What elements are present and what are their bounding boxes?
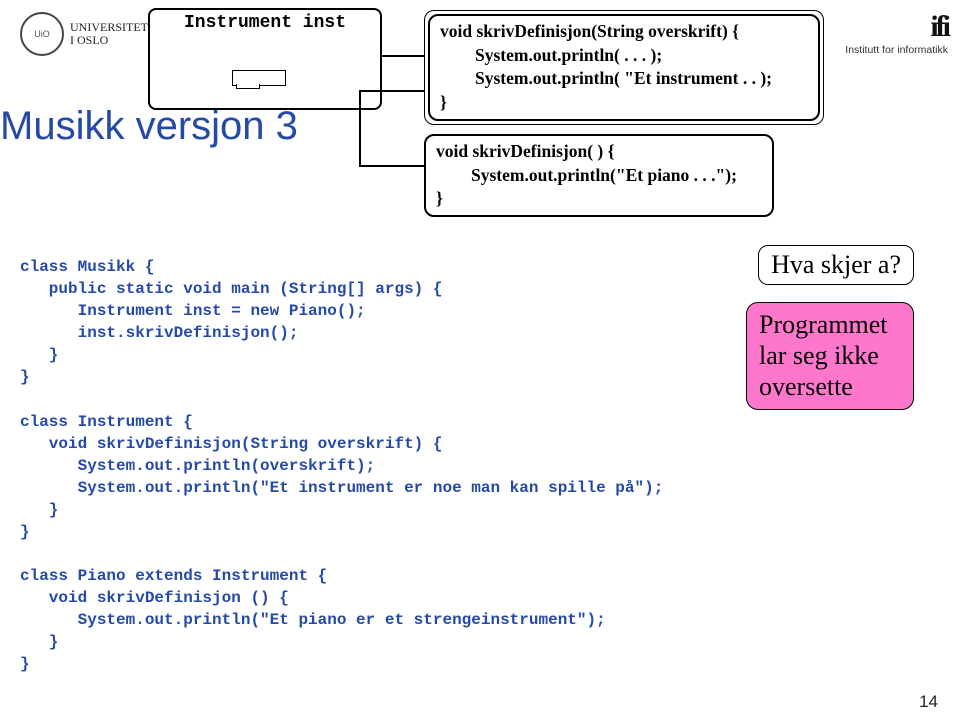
code-line: public static void main (String[] args) … — [20, 280, 442, 298]
ifi-glyph-icon: ifi — [845, 10, 948, 44]
connector-line-icon — [359, 165, 425, 167]
code-line: Instrument inst = new Piano(); — [20, 302, 366, 320]
answer-box: Programmet lar seg ikke oversette — [746, 302, 914, 410]
box1-line2: System.out.println( . . . ); — [440, 44, 808, 68]
page-number: 14 — [919, 692, 938, 712]
box2-line2: System.out.println("Et piano . . ."); — [436, 164, 762, 188]
code-line: System.out.println(overskrift); — [20, 457, 375, 475]
connector-line-icon — [381, 55, 425, 57]
question-text: Hva skjer a? — [771, 250, 901, 279]
mini-rect-inner-icon — [236, 84, 260, 89]
code-line: void skrivDefinisjon(String overskrift) … — [20, 435, 442, 453]
method-box-1: void skrivDefinisjon(String overskrift) … — [424, 10, 824, 125]
box1-line1: void skrivDefinisjon(String overskrift) … — [440, 20, 808, 44]
main-code-block: class Musikk { public static void main (… — [20, 234, 663, 676]
code-line: void skrivDefinisjon () { — [20, 589, 289, 607]
question-box: Hva skjer a? — [758, 245, 914, 285]
code-line: inst.skrivDefinisjon(); — [20, 324, 298, 342]
box1-line4: } — [440, 91, 808, 115]
method-box-2: void skrivDefinisjon( ) { System.out.pri… — [424, 134, 774, 217]
code-line: class Musikk { — [20, 258, 154, 276]
box2-line1: void skrivDefinisjon( ) { — [436, 140, 762, 164]
code-line: System.out.println("Et instrument er noe… — [20, 479, 663, 497]
code-line: } — [20, 523, 30, 541]
ifi-subtitle: Institutt for informatikk — [845, 44, 948, 56]
instrument-box: Instrument inst — [148, 8, 382, 110]
code-line: } — [20, 655, 30, 673]
box2-line3: } — [436, 187, 762, 211]
connector-line-icon — [359, 90, 425, 92]
code-line: } — [20, 346, 58, 364]
title-text: Musikk versjon 3 — [0, 104, 298, 148]
box1-line3: System.out.println( "Et instrument . . )… — [440, 67, 808, 91]
code-line: class Piano extends Instrument { — [20, 567, 327, 585]
code-line: System.out.println("Et piano er et stren… — [20, 611, 606, 629]
code-line: } — [20, 501, 58, 519]
uio-seal-icon: UiO — [20, 12, 64, 56]
code-line: class Instrument { — [20, 413, 193, 431]
instrument-label: Instrument inst — [150, 13, 380, 33]
answer-text: Programmet lar seg ikke oversette — [759, 310, 888, 401]
connector-line-icon — [359, 90, 361, 165]
code-line: } — [20, 633, 58, 651]
code-line: } — [20, 368, 30, 386]
uio-logo: UiO UNIVERSITETET I OSLO — [20, 12, 163, 56]
ifi-logo: ifi Institutt for informatikk — [845, 10, 948, 56]
